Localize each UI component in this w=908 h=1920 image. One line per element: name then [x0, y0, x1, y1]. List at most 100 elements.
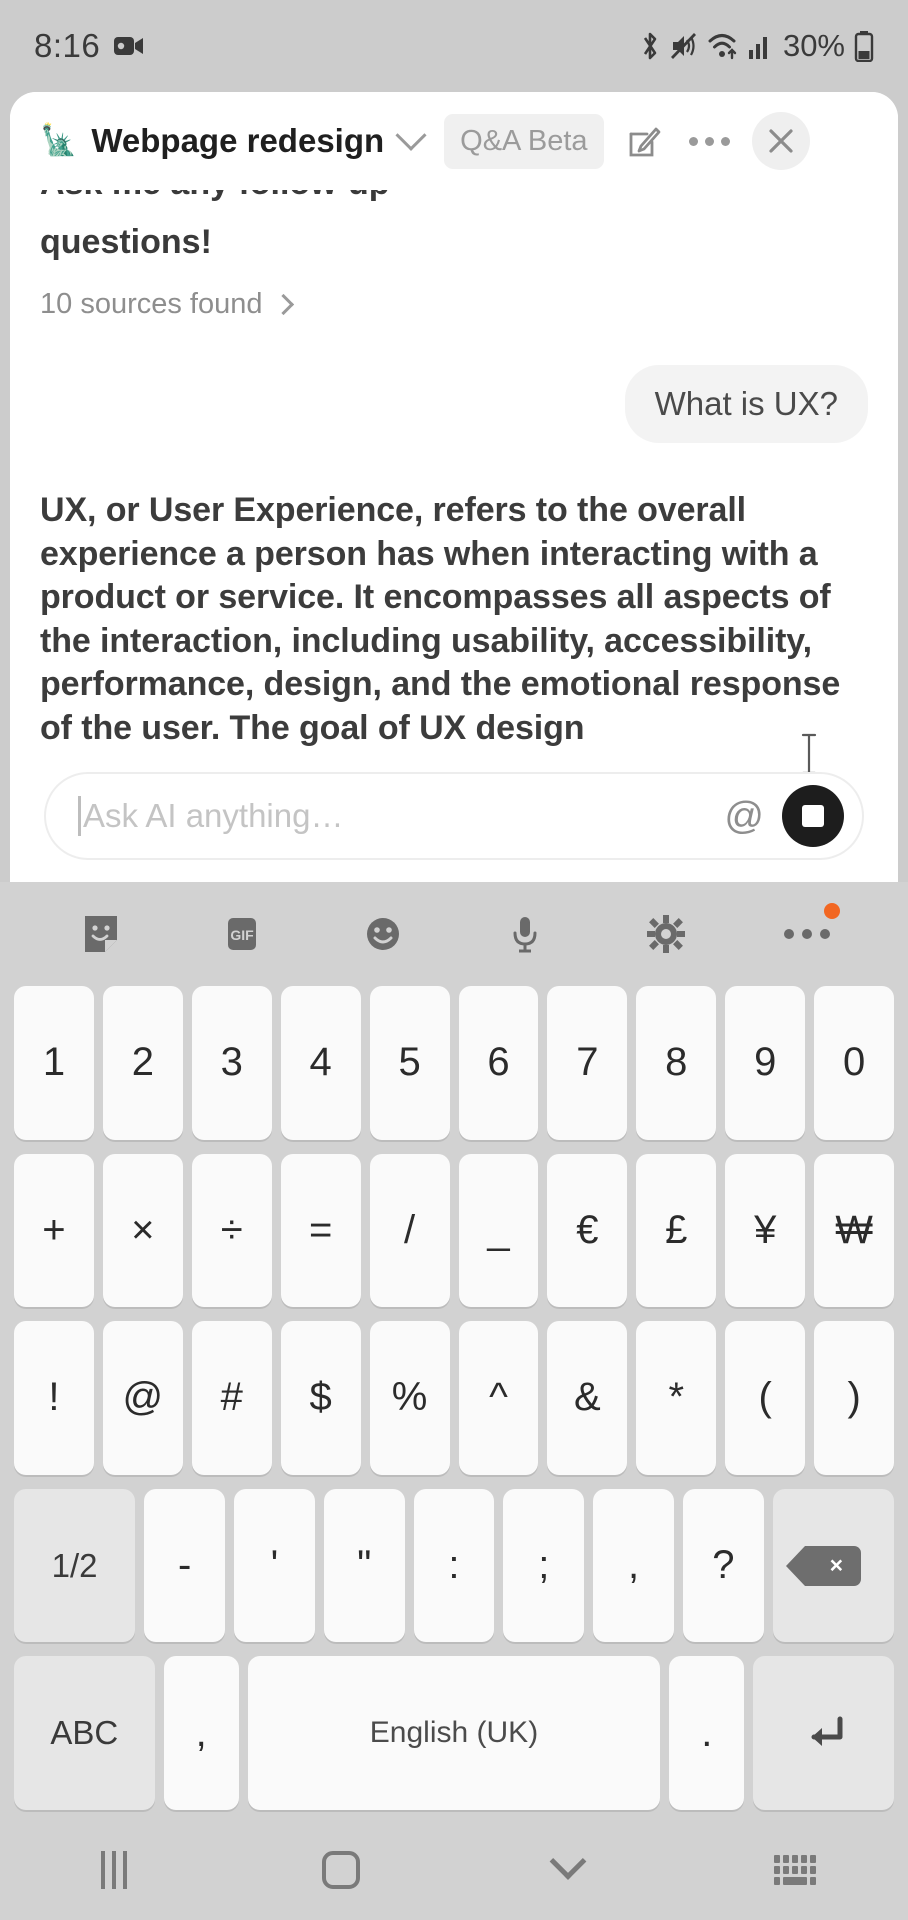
panel-header: 🗽 Webpage redesign Q&A Beta: [10, 92, 898, 190]
status-bar-right: 30%: [639, 28, 874, 64]
key-comma[interactable]: ,: [593, 1488, 674, 1643]
key-7[interactable]: 7: [547, 986, 628, 1140]
system-navigation-bar: [0, 1820, 908, 1920]
key-euro[interactable]: €: [547, 1153, 628, 1308]
svg-text:GIF: GIF: [230, 927, 254, 943]
bluetooth-icon: [639, 31, 661, 61]
search-input[interactable]: Ask AI anything…: [83, 797, 724, 835]
more-options-icon[interactable]: [684, 115, 736, 167]
key-6[interactable]: 6: [458, 986, 539, 1140]
key-close-paren[interactable]: ): [814, 1321, 895, 1475]
compose-icon[interactable]: [618, 115, 670, 167]
assistant-message: UX, or User Experience, refers to the ov…: [40, 491, 841, 747]
key-comma-bottom[interactable]: ,: [163, 1656, 239, 1810]
video-recording-icon: [114, 35, 144, 57]
spacebar[interactable]: English (UK): [247, 1656, 661, 1810]
key-exclamation[interactable]: !: [14, 1321, 94, 1475]
composer-input-wrapper[interactable]: Ask AI anything… @: [44, 772, 864, 860]
battery-percent-label: 30%: [782, 28, 845, 63]
enter-icon[interactable]: [753, 1656, 894, 1810]
key-ampersand[interactable]: &: [547, 1321, 628, 1475]
status-bar: 8:16 30%: [0, 0, 908, 92]
key-period[interactable]: .: [669, 1656, 745, 1810]
wifi-icon: [707, 32, 739, 60]
keyboard-row-1: 1 2 3 4 5 6 7 8 9 0: [8, 986, 900, 1140]
hide-keyboard-chevron-down-icon[interactable]: [454, 1843, 681, 1883]
key-slash[interactable]: /: [369, 1153, 450, 1308]
key-0[interactable]: 0: [814, 986, 895, 1140]
key-abc-toggle[interactable]: ABC: [14, 1656, 155, 1810]
conversation-scroll[interactable]: Ask me any follow-up questions! 10 sourc…: [10, 190, 898, 750]
status-bar-left: 8:16: [34, 27, 144, 65]
battery-icon: [854, 30, 874, 62]
key-caret[interactable]: ^: [458, 1321, 539, 1475]
keyboard-row-3: ! @ # $ % ^ & * ( ): [8, 1321, 900, 1475]
key-asterisk[interactable]: *: [636, 1321, 717, 1475]
key-1[interactable]: 1: [14, 986, 94, 1140]
statue-of-liberty-emoji: 🗽: [40, 124, 78, 157]
key-divide[interactable]: ÷: [191, 1153, 272, 1308]
key-quote[interactable]: ": [323, 1488, 405, 1643]
key-won[interactable]: ₩: [814, 1153, 895, 1308]
recents-icon[interactable]: [0, 1851, 227, 1889]
key-4[interactable]: 4: [280, 986, 361, 1140]
key-hash[interactable]: #: [191, 1321, 272, 1475]
assistant-panel: 🗽 Webpage redesign Q&A Beta Ask me any f…: [10, 92, 898, 882]
key-3[interactable]: 3: [191, 986, 272, 1140]
gif-icon[interactable]: GIF: [203, 899, 281, 969]
clipped-previous-line: Ask me any follow-up: [40, 190, 868, 214]
chevron-right-icon: [273, 294, 295, 316]
key-2[interactable]: 2: [102, 986, 183, 1140]
key-semicolon[interactable]: ;: [503, 1488, 585, 1643]
backspace-icon[interactable]: ×: [772, 1488, 894, 1643]
key-percent[interactable]: %: [369, 1321, 450, 1475]
emoji-icon[interactable]: [344, 899, 422, 969]
page-title: Webpage redesign: [91, 122, 385, 159]
cellular-signal-icon: [748, 32, 772, 60]
keyboard-switch-icon[interactable]: [681, 1855, 908, 1885]
sources-link[interactable]: 10 sources found: [40, 288, 295, 321]
input-caret: [78, 796, 81, 836]
on-screen-keyboard: GIF 1 2 3 4 5 6 7 8 9 0 + × ÷ = / _ € £ …: [0, 882, 908, 1820]
key-hyphen[interactable]: -: [144, 1488, 225, 1643]
key-apostrophe[interactable]: ': [234, 1488, 315, 1643]
key-multiply[interactable]: ×: [102, 1153, 183, 1308]
at-mention-icon[interactable]: @: [724, 797, 764, 836]
settings-gear-icon[interactable]: [627, 899, 705, 969]
close-icon[interactable]: [751, 112, 810, 170]
key-colon[interactable]: :: [413, 1488, 495, 1643]
user-message-bubble: What is UX?: [624, 365, 868, 444]
key-9[interactable]: 9: [725, 986, 806, 1140]
key-8[interactable]: 8: [636, 986, 717, 1140]
sources-label: 10 sources found: [40, 288, 263, 321]
keyboard-toolbar: GIF: [8, 882, 900, 986]
key-equals[interactable]: =: [280, 1153, 361, 1308]
microphone-icon[interactable]: [486, 899, 564, 969]
key-yen[interactable]: ¥: [725, 1153, 806, 1308]
text-cursor-ibeam: [798, 732, 820, 775]
key-pound[interactable]: £: [636, 1153, 717, 1308]
keyboard-row-4: 1/2 - ' " : ; , ? ×: [8, 1488, 900, 1643]
assistant-intro-tail: questions!: [40, 223, 212, 261]
qa-beta-badge: Q&A Beta: [444, 113, 604, 169]
keyboard-row-2: + × ÷ = / _ € £ ¥ ₩: [8, 1153, 900, 1308]
mute-vibrate-icon: [670, 31, 698, 61]
sticker-icon[interactable]: [62, 899, 140, 969]
stop-generating-button[interactable]: [782, 785, 844, 847]
key-question[interactable]: ?: [682, 1488, 764, 1643]
notification-dot: [824, 903, 841, 919]
user-message-row: What is UX?: [40, 365, 868, 444]
home-icon[interactable]: [227, 1851, 454, 1889]
key-open-paren[interactable]: (: [725, 1321, 806, 1475]
keyboard-key-rows: 1 2 3 4 5 6 7 8 9 0 + × ÷ = / _ € £ ¥ ₩ …: [8, 986, 900, 1820]
composer: Ask AI anything… @: [10, 772, 898, 860]
key-symbol-page-toggle[interactable]: 1/2: [14, 1488, 136, 1643]
key-5[interactable]: 5: [369, 986, 450, 1140]
key-underscore[interactable]: _: [458, 1153, 539, 1308]
key-dollar[interactable]: $: [280, 1321, 361, 1475]
key-at[interactable]: @: [102, 1321, 183, 1475]
key-plus[interactable]: +: [14, 1153, 94, 1308]
chevron-down-icon[interactable]: [395, 119, 427, 151]
status-time: 8:16: [34, 27, 101, 64]
more-options-icon[interactable]: [768, 899, 846, 969]
